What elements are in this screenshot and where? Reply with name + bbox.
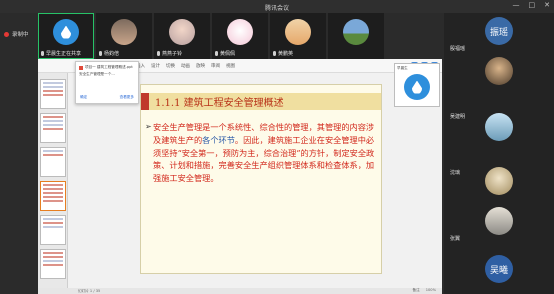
mic-icon — [41, 51, 44, 56]
shared-screen[interactable]: 文件 开始 插入 设计 切换 动画 放映 审阅 视图 项目一 建筑工程管理概述.… — [38, 59, 442, 288]
avatar — [169, 19, 195, 45]
participant-tile[interactable]: 黄鹏英 — [270, 13, 326, 59]
popup-ok-button[interactable]: 确定 — [80, 95, 87, 100]
popup-title: 项目一 建筑工程管理概述.ppt — [85, 65, 133, 69]
avatar: 吴曦 — [485, 255, 513, 283]
avatar — [227, 19, 253, 45]
file-popup[interactable]: 项目一 建筑工程管理概述.ppt 安全生产管理是一个... 确定 查看更多 — [75, 61, 139, 104]
avatar — [485, 207, 513, 235]
menu-slideshow[interactable]: 放映 — [196, 63, 205, 69]
avatar — [343, 19, 369, 45]
presentation-statusbar: 幻灯片 1 / 35 备注 100% — [38, 288, 442, 294]
avatar — [111, 19, 137, 45]
slide-body-highlight: 各个环节 — [202, 134, 235, 145]
slide-heading: 1.1.1 建筑工程安全管理概述 — [155, 98, 284, 109]
avatar: 振瑶 — [485, 17, 513, 45]
meeting-window: 腾讯会议 — □ ✕ 录制中 早晨生正在共享 杨鈞倍 燕燕子铃 黄佩佩 黄鹏英 … — [0, 0, 554, 294]
participant-name: 早晨生正在共享 — [46, 51, 82, 57]
slide-thumbnail[interactable] — [40, 113, 66, 143]
record-dot-icon — [4, 31, 9, 37]
menu-review[interactable]: 审阅 — [211, 63, 220, 69]
mic-icon — [273, 51, 276, 56]
bullet-icon: ➢ — [145, 122, 152, 131]
participant-tile[interactable]: 振瑶 殷福瑶 — [444, 13, 554, 53]
slide-thumbnail[interactable] — [40, 147, 66, 177]
participant-tile[interactable]: 燕燕子铃 — [154, 13, 210, 59]
presenter-label: 早晨生 — [397, 66, 408, 70]
participant-tile[interactable]: 黄佩佩 — [212, 13, 268, 59]
participant-sidebar: 振瑶 殷福瑶 吴建明 沈璃 张翼 吴曦 — [444, 13, 554, 294]
water-drop-icon — [53, 19, 79, 45]
popup-more-link[interactable]: 查看更多 — [120, 95, 134, 100]
heading-accent — [141, 93, 149, 110]
mic-icon — [215, 51, 218, 56]
zoom-level[interactable]: 100% — [426, 288, 436, 293]
menu-view[interactable]: 视图 — [226, 63, 235, 69]
participant-name: 燕燕子铃 — [162, 51, 183, 57]
close-button[interactable]: ✕ — [544, 1, 550, 9]
participant-tile[interactable] — [328, 13, 384, 59]
participant-tile[interactable]: 张翼 — [444, 203, 554, 243]
menu-transition[interactable]: 切换 — [166, 63, 175, 69]
window-controls: — □ ✕ — [513, 1, 551, 9]
ppt-file-icon — [79, 65, 83, 70]
slide-thumbnails — [38, 73, 68, 288]
slide-thumbnail[interactable] — [40, 215, 66, 245]
participant-tile[interactable]: 吴曦 — [444, 251, 554, 291]
maximize-button[interactable]: □ — [529, 1, 536, 9]
slide-thumbnail-selected[interactable] — [40, 181, 66, 211]
slide-thumbnail[interactable] — [40, 249, 66, 279]
participant-tile[interactable] — [444, 163, 554, 203]
participant-name: 张翼 — [450, 236, 461, 242]
presenter-preview[interactable]: 早晨生 — [394, 63, 440, 107]
participant-tile[interactable]: 杨鈞倍 — [96, 13, 152, 59]
current-slide: 1.1.1 建筑工程安全管理概述 ➢ 安全生产管理是一个系统性、综合性的管理，其… — [140, 84, 382, 274]
participant-name: 殷福瑶 — [450, 46, 466, 52]
title-bar: 腾讯会议 — □ ✕ — [0, 0, 554, 13]
slide-body: ➢ 安全生产管理是一个系统性、综合性的管理，其管理的内容涉及建筑生产的各个环节。… — [145, 121, 375, 185]
participant-name: 黄鹏英 — [278, 51, 294, 57]
slide-counter: 幻灯片 1 / 35 — [78, 288, 101, 293]
recording-label: 录制中 — [12, 32, 29, 38]
avatar — [285, 19, 311, 45]
recording-indicator[interactable]: 录制中 — [4, 30, 29, 38]
participant-tile[interactable]: 早晨生正在共享 — [38, 13, 94, 59]
water-drop-icon — [404, 74, 430, 100]
mic-icon — [99, 51, 102, 56]
window-title: 腾讯会议 — [264, 5, 289, 12]
menu-animation[interactable]: 动画 — [181, 63, 190, 69]
participant-strip: 早晨生正在共享 杨鈞倍 燕燕子铃 黄佩佩 黄鹏英 — [38, 13, 442, 59]
slide-thumbnail[interactable] — [40, 79, 66, 109]
participant-name: 杨鈞倍 — [104, 51, 120, 57]
avatar — [485, 167, 513, 195]
popup-text: 安全生产管理是一个... — [79, 72, 115, 76]
notes-button[interactable]: 备注 — [413, 288, 420, 293]
participant-name: 黄佩佩 — [220, 51, 236, 57]
menu-design[interactable]: 设计 — [151, 63, 160, 69]
minimize-button[interactable]: — — [513, 1, 520, 9]
mic-icon — [157, 51, 160, 56]
